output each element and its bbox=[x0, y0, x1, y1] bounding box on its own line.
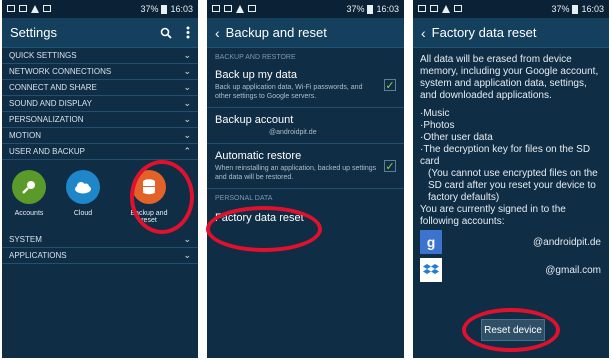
key-icon bbox=[12, 170, 46, 204]
battery-level: 37% bbox=[551, 4, 570, 14]
automatic-restore-item[interactable]: Automatic restore When reinstalling an ap… bbox=[207, 144, 404, 189]
category-motion[interactable]: MOTION ⌄ bbox=[2, 128, 198, 144]
page-title: Factory data reset bbox=[431, 25, 537, 40]
chevron-down-icon: ⌄ bbox=[183, 250, 191, 260]
status-bar: 37% 16:03 bbox=[413, 0, 609, 18]
account-email: @gmail.com bbox=[545, 264, 601, 276]
item-title: Back up my data bbox=[215, 69, 297, 81]
backup-checkbox[interactable]: ✓ bbox=[384, 79, 396, 92]
back-arrow-icon[interactable]: ‹ bbox=[215, 25, 220, 41]
clock: 16:03 bbox=[376, 4, 399, 14]
bullet-item: ·Other user data bbox=[420, 132, 493, 143]
backup-and-reset-screen: 37% 16:03 ‹ Backup and reset BACKUP AND R… bbox=[207, 0, 404, 358]
warning-text: All data will be erased from device memo… bbox=[413, 48, 609, 228]
signed-in-text: You are currently signed in to the follo… bbox=[420, 204, 566, 227]
dropbox-icon bbox=[420, 258, 442, 282]
item-subtitle: When reinstalling an application, backed… bbox=[215, 165, 377, 181]
highlight-circle bbox=[206, 206, 322, 252]
section-personal-data: PERSONAL DATA bbox=[215, 195, 273, 202]
highlight-circle bbox=[130, 160, 194, 234]
chevron-down-icon: ⌄ bbox=[183, 98, 191, 108]
search-icon[interactable] bbox=[160, 27, 172, 39]
account-row: @gmail.com bbox=[413, 256, 609, 284]
backup-account-item[interactable]: Backup account @androidpit.de bbox=[207, 108, 404, 144]
account-row: g @androidpit.de bbox=[413, 228, 609, 256]
battery-level: 37% bbox=[140, 4, 159, 14]
category-personalization[interactable]: PERSONALIZATION ⌄ bbox=[2, 112, 198, 128]
more-options-icon[interactable] bbox=[186, 26, 190, 39]
item-title: Backup account bbox=[215, 114, 294, 126]
account-email: @androidpit.de bbox=[533, 236, 601, 248]
cloud-shortcut[interactable]: Cloud bbox=[56, 170, 110, 217]
category-applications[interactable]: APPLICATIONS ⌄ bbox=[2, 248, 198, 264]
item-title: Automatic restore bbox=[215, 150, 302, 162]
category-connect-and-share[interactable]: CONNECT AND SHARE ⌄ bbox=[2, 80, 198, 96]
bullet-note: (You cannot use encrypted files on the S… bbox=[428, 168, 598, 203]
chevron-up-icon: ⌃ bbox=[183, 146, 191, 156]
bullet-item: ·Music bbox=[420, 108, 450, 119]
item-subtitle: Back up application data, Wi-Fi password… bbox=[215, 84, 363, 100]
chevron-down-icon: ⌄ bbox=[183, 130, 191, 140]
chevron-down-icon: ⌄ bbox=[183, 66, 191, 76]
google-icon: g bbox=[420, 230, 442, 254]
action-bar: Settings bbox=[2, 18, 198, 48]
cloud-label: Cloud bbox=[73, 210, 93, 217]
cloud-icon bbox=[66, 170, 100, 204]
back-up-my-data-item[interactable]: Back up my data Back up application data,… bbox=[207, 63, 404, 108]
back-arrow-icon[interactable]: ‹ bbox=[421, 25, 426, 41]
action-bar: ‹ Factory data reset bbox=[413, 18, 609, 48]
item-subtitle: @androidpit.de bbox=[269, 129, 317, 136]
clock: 16:03 bbox=[170, 4, 193, 14]
battery-icon bbox=[572, 4, 579, 14]
chevron-down-icon: ⌄ bbox=[183, 114, 191, 124]
action-bar: ‹ Backup and reset bbox=[207, 18, 404, 48]
restore-checkbox[interactable]: ✓ bbox=[384, 160, 396, 173]
bullet-item: ·The decryption key for files on the SD … bbox=[420, 144, 591, 167]
status-bar: 37% 16:03 bbox=[207, 0, 404, 18]
category-system[interactable]: SYSTEM ⌄ bbox=[2, 232, 198, 248]
chevron-down-icon: ⌄ bbox=[183, 50, 191, 60]
category-user-and-backup[interactable]: USER AND BACKUP ⌃ bbox=[2, 144, 198, 160]
battery-level: 37% bbox=[346, 4, 365, 14]
category-quick-settings[interactable]: QUICK SETTINGS ⌄ bbox=[2, 48, 198, 64]
accounts-shortcut[interactable]: Accounts bbox=[2, 170, 56, 217]
battery-icon bbox=[367, 4, 374, 14]
page-title: Backup and reset bbox=[225, 25, 327, 40]
category-network-connections[interactable]: NETWORK CONNECTIONS ⌄ bbox=[2, 64, 198, 80]
battery-icon bbox=[161, 4, 168, 14]
section-backup-and-restore: BACKUP AND RESTORE bbox=[215, 54, 296, 61]
factory-data-reset-screen: 37% 16:03 ‹ Factory data reset All data w… bbox=[413, 0, 609, 358]
highlight-circle bbox=[462, 308, 560, 352]
page-title: Settings bbox=[10, 25, 57, 40]
intro-paragraph: All data will be erased from device memo… bbox=[420, 54, 599, 101]
bullet-item: ·Photos bbox=[420, 120, 455, 131]
clock: 16:03 bbox=[581, 4, 604, 14]
category-sound-and-display[interactable]: SOUND AND DISPLAY ⌄ bbox=[2, 96, 198, 112]
chevron-down-icon: ⌄ bbox=[183, 234, 191, 244]
status-bar: 37% 16:03 bbox=[2, 0, 198, 18]
chevron-down-icon: ⌄ bbox=[183, 82, 191, 92]
accounts-label: Accounts bbox=[14, 210, 44, 217]
